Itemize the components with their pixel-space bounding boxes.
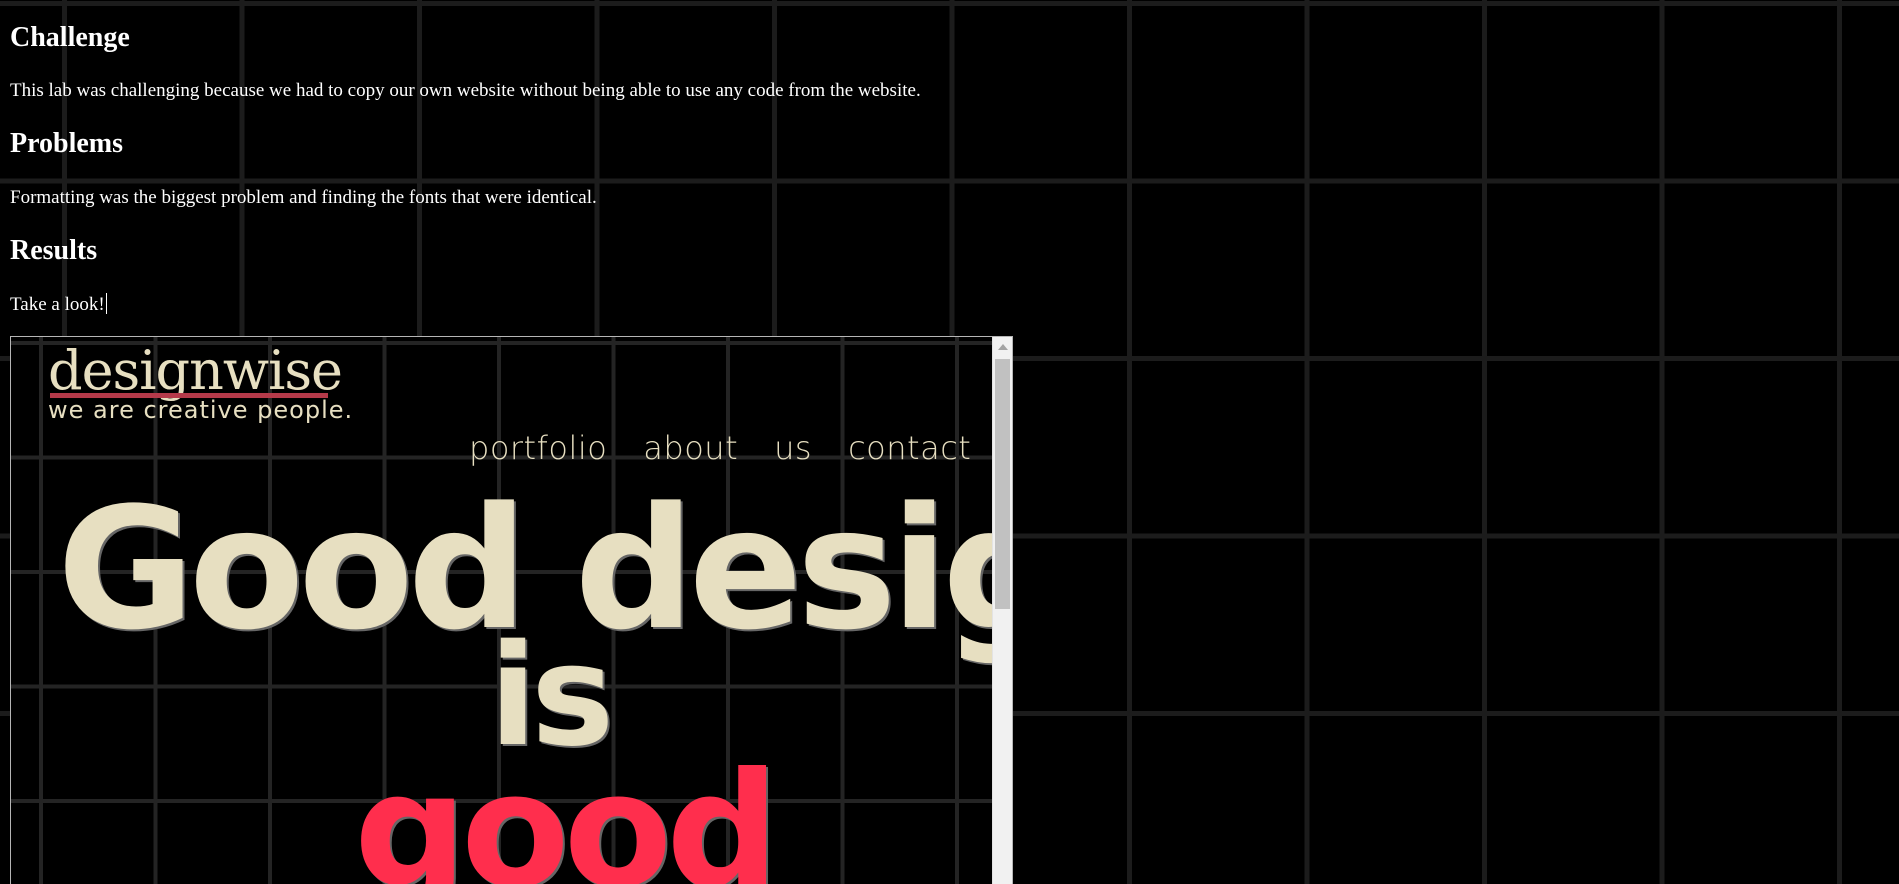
embedded-site-frame[interactable]: designwise we are creative people. portf… — [10, 336, 1013, 884]
chevron-up-icon — [998, 344, 1008, 350]
frame-scrollbar[interactable] — [992, 337, 1012, 884]
nav-contact[interactable]: contact — [848, 429, 971, 467]
text-caret — [105, 293, 107, 314]
embedded-site-viewport[interactable]: designwise we are creative people. portf… — [11, 337, 993, 884]
nav-portfolio[interactable]: portfolio — [469, 429, 607, 467]
logo-wordmark: designwise — [48, 339, 343, 402]
nav-us[interactable]: us — [774, 429, 812, 467]
challenge-text: This lab was challenging because we had … — [10, 80, 921, 101]
logo-underline — [50, 393, 328, 398]
problems-text: Formatting was the biggest problem and f… — [10, 187, 597, 208]
results-text: Take a look! — [10, 293, 107, 316]
nav-about[interactable]: about — [643, 429, 738, 467]
results-text-label: Take a look! — [10, 294, 105, 315]
results-heading: Results — [10, 235, 98, 266]
problems-heading: Problems — [10, 128, 124, 159]
scroll-thumb[interactable] — [995, 359, 1010, 609]
site-nav: portfolio about us contact ho — [469, 429, 993, 467]
designwise-logo[interactable]: designwise we are creative people. — [48, 339, 353, 424]
challenge-heading: Challenge — [10, 22, 130, 53]
hero-line-good-design: Good design — [57, 471, 993, 667]
hero-line-is: is — [489, 615, 614, 778]
scroll-up-button[interactable] — [993, 337, 1012, 357]
hero-line-good: good — [354, 739, 779, 884]
